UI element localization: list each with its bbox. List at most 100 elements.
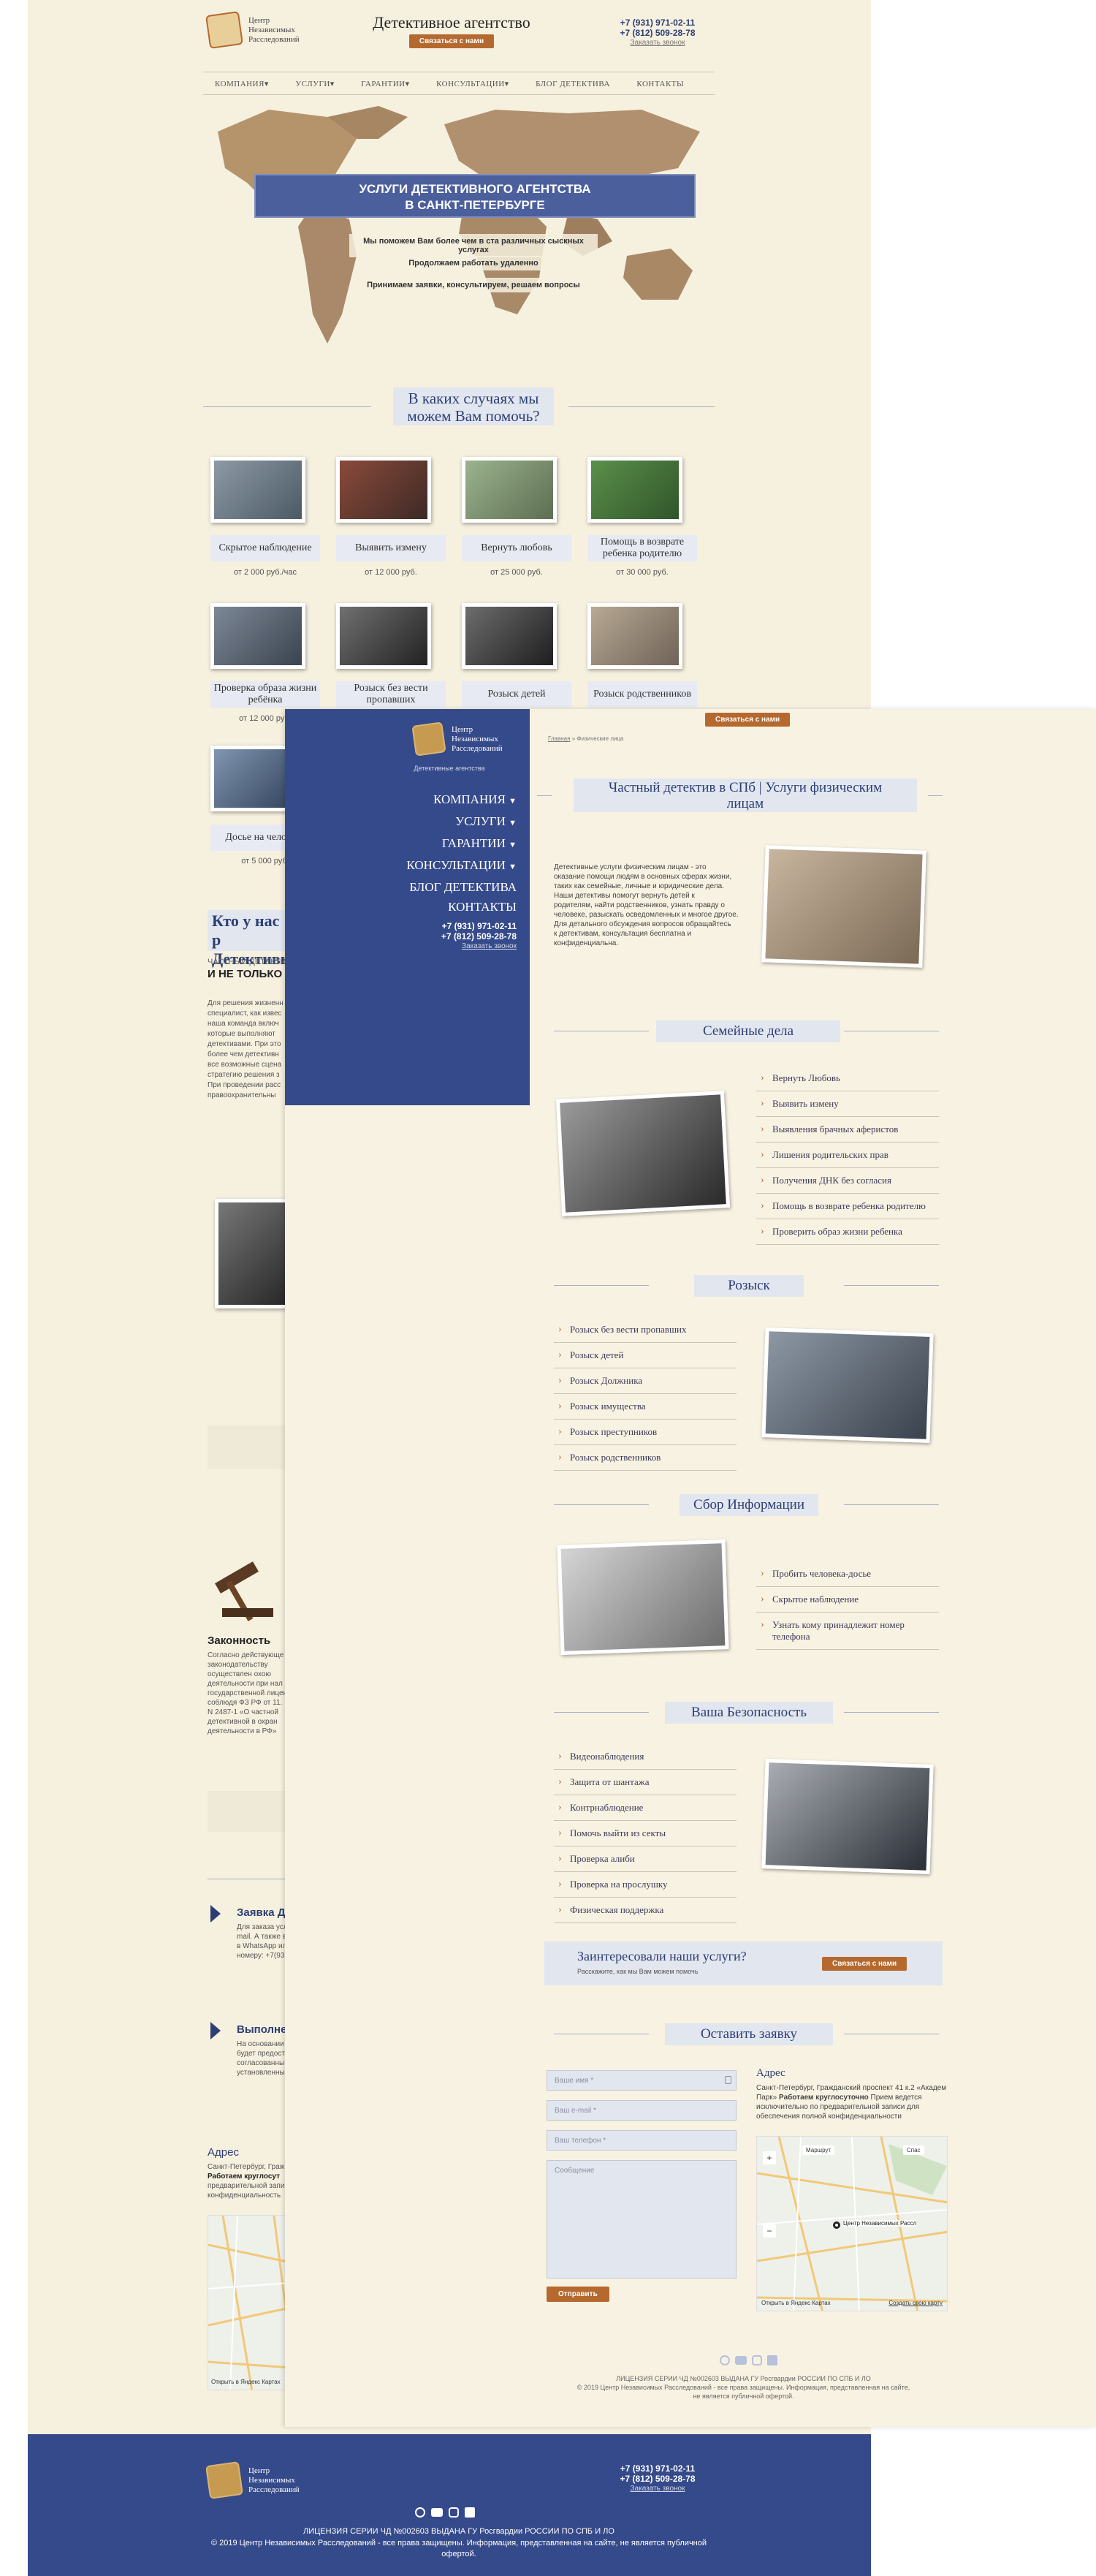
nav-item-blog[interactable]: БЛОГ ДЕТЕКТИВА [536,80,610,88]
menu-item-blog[interactable]: БЛОГ ДЕТЕКТИВА [406,877,517,897]
breadcrumb-separator: » [571,735,576,742]
contact-button[interactable]: Связаться с нами [408,34,495,48]
info-list-item[interactable]: Скрытое наблюдение [756,1587,939,1613]
family-list-item[interactable]: Лишения родительских прав [756,1143,939,1168]
safety-list-item[interactable]: Защита от шантажа [554,1770,737,1795]
service-label[interactable]: Скрытое наблюдение [210,535,320,561]
map-author-link[interactable]: Создать свою карту [888,2300,943,2306]
vk-icon[interactable] [735,2356,747,2365]
family-list-item[interactable]: Вернуть Любовь [756,1066,939,1091]
service-label[interactable]: Вернуть любовь [462,535,571,561]
safety-list-item[interactable]: Видеонаблюдения [554,1744,737,1770]
safety-section-title: Ваша Безопасность [665,1702,833,1724]
service-image[interactable] [336,457,431,523]
footer-phone-2[interactable]: +7 (812) 509-28-78 [606,2474,709,2484]
menu-item-contacts[interactable]: КОНТАКТЫ [406,897,517,917]
message-textarea[interactable]: Сообщение [547,2160,737,2278]
search-list-item[interactable]: Розыск Должника [554,1368,737,1394]
map-marker-icon[interactable] [833,2221,840,2229]
menu-phone-1[interactable]: +7 (931) 971-02-11 [441,921,517,931]
nav-item-services[interactable]: УСЛУГИ▾ [295,80,334,88]
instagram-icon[interactable] [752,2355,762,2365]
service-image[interactable] [336,603,431,669]
footer-logo-icon[interactable] [205,2461,243,2499]
phone-2[interactable]: +7 (812) 509-28-78 [606,28,709,38]
email-input[interactable]: Ваш e-mail * [547,2100,737,2121]
whatsapp-icon[interactable] [415,2507,425,2518]
menu-item-company[interactable]: КОМПАНИЯ ▼ [406,789,517,811]
service-label[interactable]: Розыск детей [462,681,571,708]
safety-list-item[interactable]: Помочь выйти из секты [554,1821,737,1846]
safety-list-item[interactable]: Проверка алиби [554,1846,737,1872]
submit-button[interactable]: Отправить [547,2287,609,2302]
service-image[interactable] [587,603,682,669]
service-image[interactable] [587,457,682,523]
menu-item-services[interactable]: УСЛУГИ ▼ [406,811,517,833]
service-image[interactable] [210,457,305,523]
nav-item-guarantees[interactable]: ГАРАНТИИ▾ [361,80,409,88]
instagram-icon[interactable] [449,2507,459,2518]
safety-list-item[interactable]: Проверка на прослушку [554,1872,737,1898]
family-list-item[interactable]: Выявления брачных аферистов [756,1117,939,1143]
info-list-item[interactable]: Узнать кому принадлежит номер телефона [756,1613,939,1650]
cta-button[interactable]: Связаться с нами [822,1957,907,1971]
footer-phone-1[interactable]: +7 (931) 971-02-11 [606,2463,709,2474]
text-line: предварительной запи [208,2182,285,2190]
form-section-title: Оставить заявку [665,2023,833,2045]
menu-item-consultations[interactable]: КОНСУЛЬТАЦИИ ▼ [406,855,517,877]
facebook-icon[interactable] [767,2355,777,2365]
family-list-item[interactable]: Проверить образ жизни ребенка [756,1219,939,1245]
whatsapp-icon[interactable] [720,2355,730,2365]
site-logo[interactable]: Центр Независимых Расследований [205,11,317,50]
search-list-item[interactable]: Розыск без вести пропавших [554,1317,737,1343]
zoom-out-button[interactable]: − [763,2224,776,2238]
address-text: Санкт-Петербург, Граж Работаем круглосут… [208,2162,284,2200]
map-search-button[interactable]: Спас [903,2145,924,2155]
search-list-item[interactable]: Розыск детей [554,1343,737,1368]
nav-item-company[interactable]: КОМПАНИЯ▾ [215,80,269,88]
map-link[interactable]: Открыть в Яндекс Картах [211,2379,281,2385]
nav-item-contacts[interactable]: КОНТАКТЫ [636,80,684,88]
search-list-item[interactable]: Розыск преступников [554,1420,737,1445]
callback-link[interactable]: Заказать звонок [606,38,709,48]
info-list-item[interactable]: Пробить человека-досье [756,1561,939,1587]
facebook-icon[interactable] [465,2507,475,2518]
safety-list-item[interactable]: Контрнаблюдение [554,1795,737,1821]
safety-list-item[interactable]: Физическая поддержка [554,1898,737,1923]
zoom-in-button[interactable]: + [763,2151,776,2164]
nav-item-consultations[interactable]: КОНСУЛЬТАЦИИ▾ [436,80,509,88]
menu-callback-link[interactable]: Заказать звонок [441,942,517,952]
autofill-icon[interactable] [725,2076,731,2084]
service-label[interactable]: Розыск родственников [587,681,697,708]
service-label[interactable]: Розыск без вести пропавших [336,681,446,708]
family-list-item[interactable]: Выявить измену [756,1091,939,1117]
vk-icon[interactable] [431,2508,443,2517]
safety-image [761,1759,934,1874]
service-image[interactable] [210,603,305,669]
search-list-item[interactable]: Розыск родственников [554,1445,737,1471]
family-list-item[interactable]: Помощь в возврате ребенка родителю [756,1194,939,1219]
phone-input[interactable]: Ваш телефон * [547,2130,737,2151]
menu-logo-icon[interactable] [411,721,446,757]
service-label[interactable]: Выявить измену [336,535,446,561]
service-price: от 30 000 руб. [616,568,669,577]
text-line: номеру: +7(93 [237,1952,285,1960]
service-label[interactable]: Проверка образа жизни ребёнка [210,681,320,708]
map-widget[interactable]: Маршрут Спас + − Центр Независимых Рассл… [756,2136,948,2311]
overlay-contact-button[interactable]: Связаться с нами [705,713,791,727]
service-image[interactable] [462,457,557,523]
map-link[interactable]: Открыть в Яндекс Картах [761,2300,831,2306]
service-image[interactable] [462,603,557,669]
map-route-button[interactable]: Маршрут [802,2145,835,2155]
footer-callback-link[interactable]: Заказать звонок [606,2484,709,2494]
search-list-item[interactable]: Розыск имущества [554,1394,737,1420]
family-list-item[interactable]: Получения ДНК без согласия [756,1168,939,1194]
menu-phone-2[interactable]: +7 (812) 509-28-78 [441,931,517,942]
text-line: Для детального обсуждения вопросов обращ… [554,920,731,928]
service-label[interactable]: Помощь в возврате ребенка родителю [587,535,697,561]
breadcrumb-home[interactable]: Главная [548,735,570,742]
phone-1[interactable]: +7 (931) 971-02-11 [606,18,709,28]
menu-item-guarantees[interactable]: ГАРАНТИИ ▼ [406,833,517,855]
legal-heading: Законность [208,1634,271,1647]
name-input[interactable]: Ваше имя * [547,2070,737,2091]
